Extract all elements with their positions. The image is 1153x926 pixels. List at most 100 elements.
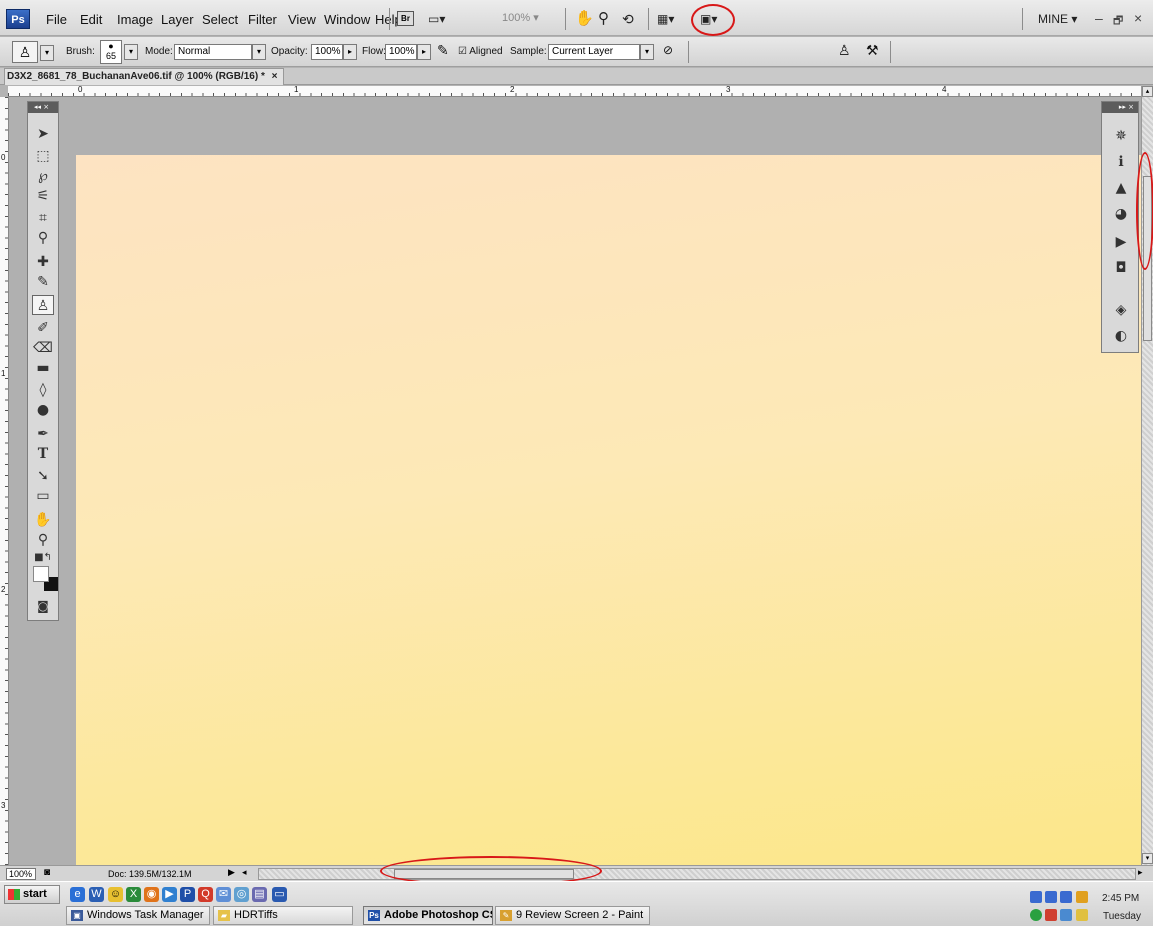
flow-field[interactable]: 100% — [385, 44, 417, 60]
info-panel-icon[interactable]: ℹ — [1111, 152, 1131, 172]
blur-tool-icon[interactable]: ◊ — [32, 380, 54, 400]
vertical-scrollbar[interactable]: ▴ ▾ — [1141, 86, 1153, 865]
menu-file[interactable]: File — [46, 12, 67, 27]
sample-select[interactable]: Current Layer — [548, 44, 640, 60]
zoom-tool-panel-icon[interactable]: ⚲ — [32, 530, 54, 550]
tray-update-icon[interactable] — [1076, 891, 1088, 903]
eyedropper-tool-icon[interactable]: ⚲ — [32, 228, 54, 248]
menu-filter[interactable]: Filter — [248, 12, 277, 27]
document-canvas[interactable] — [76, 155, 1141, 865]
shape-tool-icon[interactable]: ▭ — [32, 486, 54, 506]
photoshop-quicklaunch-icon[interactable]: P — [180, 887, 195, 902]
menu-edit[interactable]: Edit — [80, 12, 102, 27]
quick-mask-icon[interactable]: ◙ — [32, 596, 54, 616]
dock-header[interactable]: ▸▸ × — [1102, 102, 1138, 113]
sample-dropdown-arrow[interactable]: ▾ — [640, 44, 654, 60]
excel-icon[interactable]: X — [126, 887, 141, 902]
eraser-tool-icon[interactable]: ⌫ — [32, 338, 54, 358]
ruler-vertical[interactable]: 0 1 2 3 — [0, 97, 9, 865]
hand-tool-icon[interactable]: ✋ — [575, 9, 594, 29]
menu-select[interactable]: Select — [202, 12, 238, 27]
tray-network-icon[interactable] — [1030, 891, 1042, 903]
layers-panel-icon[interactable]: ◈ — [1111, 300, 1131, 320]
screen-layout-icon[interactable]: ▭▾ — [428, 9, 445, 29]
word-icon[interactable]: W — [89, 887, 104, 902]
preset-dropdown-arrow[interactable]: ▾ — [40, 45, 54, 61]
brush-preview-picker[interactable]: ● 65 — [100, 40, 122, 64]
dodge-tool-icon[interactable]: ● — [32, 400, 54, 420]
history-brush-tool-icon[interactable]: ✐ — [32, 318, 54, 338]
photoshop-logo-icon[interactable]: Ps — [6, 9, 30, 29]
scroll-up-arrow[interactable]: ▴ — [1142, 86, 1153, 97]
ignore-adjustment-layers-icon[interactable]: ⊘ — [663, 43, 673, 57]
histogram-panel-icon[interactable]: ▲ — [1111, 178, 1131, 198]
horizontal-scrollbar[interactable] — [258, 868, 1136, 880]
restore-button[interactable]: 🗗 — [1113, 12, 1123, 31]
brush-dropdown-arrow[interactable]: ▾ — [124, 44, 138, 60]
airbrush-icon[interactable]: ✎ — [437, 42, 449, 59]
menu-window[interactable]: Window — [324, 12, 370, 27]
color-panel-icon[interactable]: ◕ — [1111, 204, 1131, 224]
media-player-icon[interactable]: ▶ — [162, 887, 177, 902]
network-icon[interactable]: ◎ — [234, 887, 249, 902]
arrange-documents-icon[interactable]: ▦▾ — [657, 9, 674, 29]
tools-panel-header[interactable]: ◂◂ × — [28, 102, 58, 113]
tray-misc-icon[interactable] — [1076, 909, 1088, 921]
menu-layer[interactable]: Layer — [161, 12, 194, 27]
marquee-tool-icon[interactable]: ⬚ — [32, 146, 54, 166]
tray-volume-icon[interactable] — [1060, 909, 1072, 921]
outlook-icon[interactable]: ✉ — [216, 887, 231, 902]
clone-stamp-preset-icon[interactable]: ♙ — [12, 41, 38, 63]
status-menu-arrow[interactable]: ▶ — [228, 867, 235, 878]
gradient-tool-icon[interactable]: ▬ — [32, 358, 54, 378]
crop-tool-icon[interactable]: ⌗ — [32, 208, 54, 228]
clone-source-panel-icon[interactable]: ♙ — [838, 42, 851, 59]
close-button[interactable]: × — [1134, 10, 1142, 26]
app-icon[interactable]: ▤ — [252, 887, 267, 902]
bridge-button[interactable]: Br — [397, 11, 414, 26]
pen-tool-icon[interactable]: ✒ — [32, 424, 54, 444]
tray-app-icon[interactable] — [1045, 909, 1057, 921]
quick-selection-tool-icon[interactable]: ⚟ — [32, 186, 54, 206]
workspace-dropdown[interactable]: MINE ▾ — [1038, 12, 1077, 26]
menu-image[interactable]: Image — [117, 12, 153, 27]
tray-network-icon[interactable] — [1045, 891, 1057, 903]
tray-security-icon[interactable] — [1030, 909, 1042, 921]
scroll-down-arrow[interactable]: ▾ — [1142, 853, 1153, 864]
adjustments-panel-icon[interactable]: ◐ — [1111, 326, 1131, 346]
foreground-color-swatch[interactable] — [33, 566, 49, 582]
taskbar-item-task-manager[interactable]: ▣ Windows Task Manager — [66, 906, 210, 925]
flow-slider-arrow[interactable]: ▸ — [417, 44, 431, 60]
navigator-panel-icon[interactable]: ✵ — [1111, 126, 1131, 146]
status-zoom-field[interactable]: 100% — [6, 868, 36, 880]
clone-stamp-tool-icon[interactable]: ♙ — [32, 295, 54, 315]
document-tab[interactable]: D3X2_8681_78_BuchananAve06.tif @ 100% (R… — [4, 68, 285, 85]
zoom-tool-icon[interactable]: ⚲ — [598, 9, 609, 29]
clock-time[interactable]: 2:45 PM — [1102, 893, 1139, 904]
start-button[interactable]: start — [4, 885, 60, 904]
minimize-button[interactable]: – — [1095, 10, 1103, 26]
swap-colors-icon[interactable]: ■↰ — [32, 548, 54, 568]
internet-explorer-icon[interactable]: e — [70, 887, 85, 902]
scroll-left-arrow[interactable]: ◂ — [242, 867, 247, 878]
taskbar-item-hdrtiffs[interactable]: ▰ HDRTiffs — [213, 906, 353, 925]
type-tool-icon[interactable]: T — [32, 444, 54, 464]
taskbar-item-photoshop[interactable]: Ps Adobe Photoshop CS4... — [363, 906, 493, 925]
scroll-right-arrow[interactable]: ▸ — [1138, 867, 1143, 878]
tray-network-icon[interactable] — [1060, 891, 1072, 903]
mode-dropdown-arrow[interactable]: ▾ — [252, 44, 266, 60]
brush-tool-icon[interactable]: ✎ — [32, 272, 54, 292]
hand-tool-panel-icon[interactable]: ✋ — [32, 510, 54, 530]
actions-panel-icon[interactable]: ▶ — [1111, 232, 1131, 252]
aligned-checkbox[interactable]: ☑ Aligned — [458, 46, 503, 57]
rotate-view-icon[interactable]: ⟲ — [622, 9, 634, 29]
ruler-horizontal[interactable]: 0 1 2 3 4 — [8, 85, 1141, 97]
move-tool-icon[interactable]: ➤ — [32, 124, 54, 144]
opacity-slider-arrow[interactable]: ▸ — [343, 44, 357, 60]
status-info-icon[interactable]: ◙ — [44, 867, 50, 878]
vertical-scroll-thumb[interactable] — [1143, 176, 1152, 341]
zoom-level-dropdown[interactable]: 100% ▾ — [502, 11, 539, 24]
document-close-icon[interactable]: × — [272, 71, 278, 82]
firefox-icon[interactable]: ◉ — [144, 887, 159, 902]
taskbar-item-paint[interactable]: ✎ 9 Review Screen 2 - Paint — [495, 906, 650, 925]
